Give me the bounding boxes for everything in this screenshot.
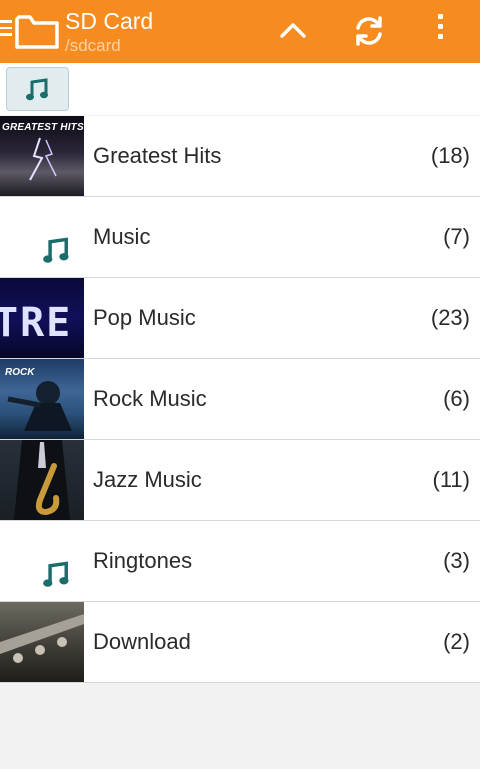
music-note-icon <box>43 561 69 587</box>
album-art-thumbnail: GREATEST HITS <box>0 116 84 196</box>
item-count: (7) <box>443 224 470 249</box>
list-item[interactable]: Ringtones (3) <box>0 521 480 602</box>
album-art-thumbnail <box>0 440 84 520</box>
folder-name: Rock Music <box>93 386 207 411</box>
list-item[interactable]: TRE Pop Music (23) <box>0 278 480 359</box>
folder-name: Download <box>93 629 191 654</box>
path-label: /sdcard <box>65 36 121 55</box>
folder-name: Jazz Music <box>93 467 202 492</box>
folder-list: GREATEST HITS Greatest Hits (18) Music (… <box>0 116 480 683</box>
filter-bar <box>0 63 480 115</box>
item-count: (11) <box>432 467 471 492</box>
list-item[interactable]: Jazz Music (11) <box>0 440 480 521</box>
item-count: (18) <box>430 143 470 168</box>
item-count: (23) <box>430 305 470 330</box>
list-item[interactable]: Download (2) <box>0 602 480 683</box>
list-item[interactable]: Music (7) <box>0 197 480 278</box>
folder-name: Music <box>93 224 151 249</box>
up-arrow-icon[interactable] <box>279 20 307 40</box>
list-item[interactable]: GREATEST HITS Greatest Hits (18) <box>0 116 480 197</box>
album-art-thumbnail <box>0 602 84 682</box>
refresh-icon[interactable] <box>352 14 386 48</box>
album-art-thumbnail: ROCK <box>0 359 84 439</box>
folder-thumbnail <box>0 197 84 277</box>
folder-thumbnail <box>0 521 84 601</box>
music-note-icon <box>43 237 69 263</box>
item-count: (3) <box>443 548 470 573</box>
menu-icon[interactable] <box>0 20 14 42</box>
music-filter-button[interactable] <box>6 67 69 111</box>
page-title: SD Card <box>65 8 154 34</box>
folder-name: Pop Music <box>93 305 196 330</box>
album-art-thumbnail: TRE <box>0 278 84 358</box>
music-note-icon <box>26 78 48 101</box>
list-item[interactable]: ROCK Rock Music (6) <box>0 359 480 440</box>
item-count: (2) <box>443 629 470 654</box>
item-count: (6) <box>443 386 470 411</box>
app-bar: SD Card /sdcard <box>0 0 480 63</box>
more-options-icon[interactable] <box>434 14 446 48</box>
album-art-text: TRE <box>0 300 73 346</box>
folder-name: Greatest Hits <box>93 143 222 168</box>
folder-icon[interactable] <box>14 11 60 51</box>
folder-name: Ringtones <box>93 548 193 573</box>
